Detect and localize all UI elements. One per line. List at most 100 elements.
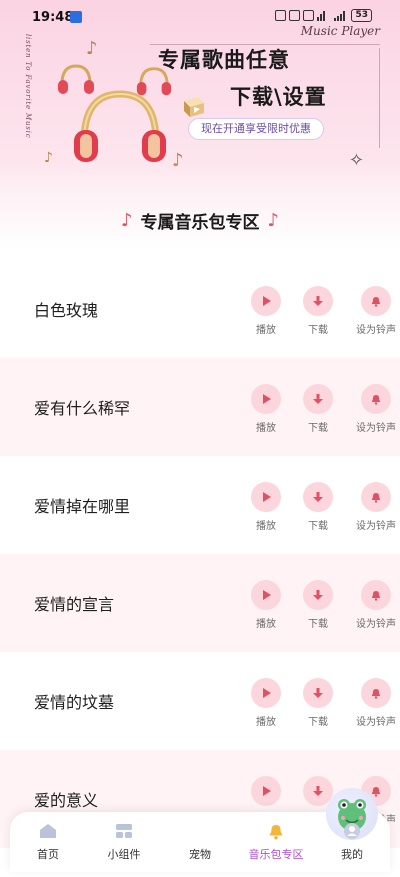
download-button[interactable]: 下载 [292, 286, 344, 336]
promo-button[interactable]: 现在开通享受限时优惠 [188, 118, 324, 140]
play-label: 播放 [256, 423, 276, 434]
ringtone-label: 设为铃声 [356, 423, 396, 434]
wifi-icon [317, 10, 331, 21]
play-icon [263, 296, 271, 306]
download-button[interactable]: 下载 [292, 384, 344, 434]
bell-icon [372, 493, 380, 503]
play-button[interactable]: 播放 [240, 384, 292, 434]
music-note-icon: ♪ [86, 38, 98, 59]
play-icon [263, 394, 271, 404]
nav-label: 我的 [341, 848, 363, 861]
nav-label: 宠物 [189, 848, 211, 861]
play-label: 播放 [256, 619, 276, 630]
song-actions: 播放 下载 设为铃声 [240, 580, 400, 630]
download-label: 下载 [308, 325, 328, 336]
music-note-icon: ♪ [267, 209, 280, 231]
battery-indicator: 53 [351, 9, 372, 22]
song-name: 爱情的宣言 [34, 595, 115, 614]
play-icon [263, 492, 271, 502]
song-row[interactable]: 爱有什么稀罕 播放 下载 设为铃声 [0, 358, 400, 456]
set-ringtone-button[interactable]: 设为铃声 [344, 482, 400, 532]
set-ringtone-button[interactable]: 设为铃声 [344, 286, 400, 336]
download-button[interactable]: 下载 [292, 482, 344, 532]
status-icons: 53 [275, 9, 372, 22]
nav-item-profile[interactable]: 我的 [314, 812, 390, 872]
ringtone-label: 设为铃声 [356, 521, 396, 532]
banner-headline-2: 下载\设置 [230, 85, 327, 109]
song-row[interactable]: 爱情的宣言 播放 下载 设为铃声 [0, 554, 400, 652]
song-actions: 播放 下载 设为铃声 [240, 286, 400, 336]
section-header: ♪ 专属音乐包专区 ♪ [0, 190, 400, 250]
section-title: 专属音乐包专区 [140, 212, 260, 233]
play-icon [263, 688, 271, 698]
nav-label: 小组件 [107, 848, 141, 861]
download-label: 下载 [308, 521, 328, 532]
song-actions: 播放 下载 设为铃声 [240, 678, 400, 728]
nav-item-widgets[interactable]: 小组件 [86, 812, 162, 872]
ringtone-label: 设为铃声 [356, 619, 396, 630]
banner-side-text: listen To Favorite Music [24, 34, 32, 139]
widget-icon [114, 821, 134, 841]
play-icon [263, 786, 271, 796]
banner-headline-1: 专属歌曲任意 [158, 48, 290, 72]
headphones-icon [74, 90, 166, 162]
set-ringtone-button[interactable]: 设为铃声 [344, 580, 400, 630]
banner-vertical-line [379, 48, 380, 148]
song-name: 爱情的坟墓 [34, 693, 115, 712]
nav-item-pet[interactable]: 宠物 [162, 788, 378, 872]
song-actions: 播放 下载 设为铃声 [240, 482, 400, 532]
profile-icon [342, 821, 362, 841]
vibrate-icon [289, 10, 301, 21]
set-ringtone-button[interactable]: 设为铃声 [344, 384, 400, 434]
play-icon [263, 590, 271, 600]
bell-icon [372, 395, 380, 405]
nav-item-home[interactable]: 首页 [10, 812, 86, 872]
song-actions: 播放 下载 设为铃声 [240, 384, 400, 434]
play-button[interactable]: 播放 [240, 580, 292, 630]
song-name: 白色玫瑰 [34, 301, 99, 320]
bell-icon [266, 821, 286, 841]
play-button[interactable]: 播放 [240, 678, 292, 728]
play-label: 播放 [256, 521, 276, 532]
song-row[interactable]: 白色玫瑰 播放 下载 设为铃声 [0, 260, 400, 358]
play-button[interactable]: 播放 [240, 482, 292, 532]
play-button[interactable]: 播放 [240, 286, 292, 336]
play-cube-icon [184, 97, 204, 117]
mute-icon [303, 10, 315, 21]
nav-item-music-pack[interactable]: 音乐包专区 [238, 812, 314, 872]
download-label: 下载 [308, 423, 328, 434]
song-row[interactable]: 爱情掉在哪里 播放 下载 设为铃声 [0, 456, 400, 554]
banner-brand: Music Player [300, 24, 380, 38]
download-icon [313, 492, 323, 502]
download-label: 下载 [308, 717, 328, 728]
download-icon [313, 296, 323, 306]
promo-banner[interactable]: 19:48 53 listen To Favorite Music Music … [0, 0, 400, 190]
download-icon [313, 394, 323, 404]
ringtone-label: 设为铃声 [356, 717, 396, 728]
ringtone-label: 设为铃声 [356, 325, 396, 336]
play-label: 播放 [256, 717, 276, 728]
song-name: 爱情掉在哪里 [34, 497, 131, 516]
song-name: 爱有什么稀罕 [34, 399, 131, 418]
status-time: 19:48 [32, 10, 74, 25]
download-button[interactable]: 下载 [292, 678, 344, 728]
bottom-nav: 首页 小组件 宠物 音乐包专区 我的 [10, 788, 390, 872]
song-row[interactable]: 爱情的坟墓 播放 下载 设为铃声 [0, 652, 400, 750]
music-note-icon: ♪ [121, 209, 133, 231]
download-label: 下载 [308, 619, 328, 630]
music-note-icon: ♪ [172, 150, 184, 171]
song-name: 爱的意义 [34, 791, 99, 810]
bell-icon [372, 689, 380, 699]
nav-label: 音乐包专区 [248, 848, 304, 861]
bell-icon [372, 297, 380, 307]
song-list: 白色玫瑰 播放 下载 设为铃声 爱有什么稀罕 播放 下载 设为铃声 爱情掉在哪里… [0, 260, 400, 848]
download-icon [313, 590, 323, 600]
nfc-icon [275, 10, 287, 21]
download-button[interactable]: 下载 [292, 580, 344, 630]
sparkle-icon: ✧ [348, 150, 364, 171]
play-label: 播放 [256, 325, 276, 336]
set-ringtone-button[interactable]: 设为铃声 [344, 678, 400, 728]
download-icon [313, 786, 323, 796]
home-icon [38, 821, 58, 841]
signal-icon [334, 10, 348, 21]
